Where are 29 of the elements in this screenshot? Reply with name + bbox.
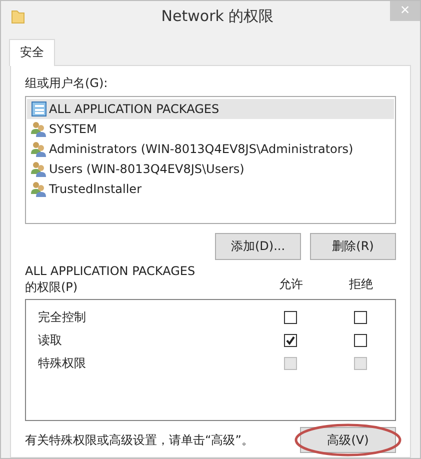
section-label: 组或用户名(G):	[25, 75, 109, 92]
advanced-note: 有关特殊权限或高级设置，请单击“高级”。	[25, 432, 254, 448]
column-header: 拒绝	[348, 276, 374, 293]
permissions-label: ALL APPLICATION PACKAGES	[25, 263, 196, 279]
checkbox[interactable]	[284, 334, 296, 347]
folder-icon	[11, 8, 25, 24]
users-icon	[31, 141, 47, 157]
list-item[interactable]: TrustedInstaller	[27, 179, 394, 199]
users-icon	[31, 181, 47, 197]
checkbox[interactable]	[284, 311, 296, 324]
permission-name: 完全控制	[38, 309, 87, 326]
advanced-button[interactable]: 高级(V)	[300, 427, 396, 453]
list-item[interactable]: Administrators (WIN-8013Q4EV8JS\Administrators)	[27, 139, 394, 159]
window-title: Network 的权限	[160, 6, 274, 26]
users-icon	[31, 121, 47, 137]
package-icon	[31, 101, 47, 117]
list-item[interactable]: SYSTEM	[27, 119, 394, 139]
permission-name: 特殊权限	[38, 355, 87, 372]
column-header: 允许	[278, 276, 304, 293]
permission-name: 读取	[38, 332, 63, 349]
dialog-button[interactable]: 添加(D)...	[215, 233, 301, 260]
tab[interactable]: 安全	[9, 39, 55, 66]
permissions-label: 的权限(P)	[25, 279, 79, 295]
checkbox[interactable]	[354, 311, 366, 324]
dialog-button[interactable]: 删除(R)	[310, 233, 396, 260]
list-item[interactable]: Users (WIN-8013Q4EV8JS\Users)	[27, 159, 394, 179]
list-item[interactable]: ALL APPLICATION PACKAGES	[27, 99, 394, 119]
checkbox[interactable]	[354, 334, 366, 347]
users-icon	[31, 161, 47, 177]
